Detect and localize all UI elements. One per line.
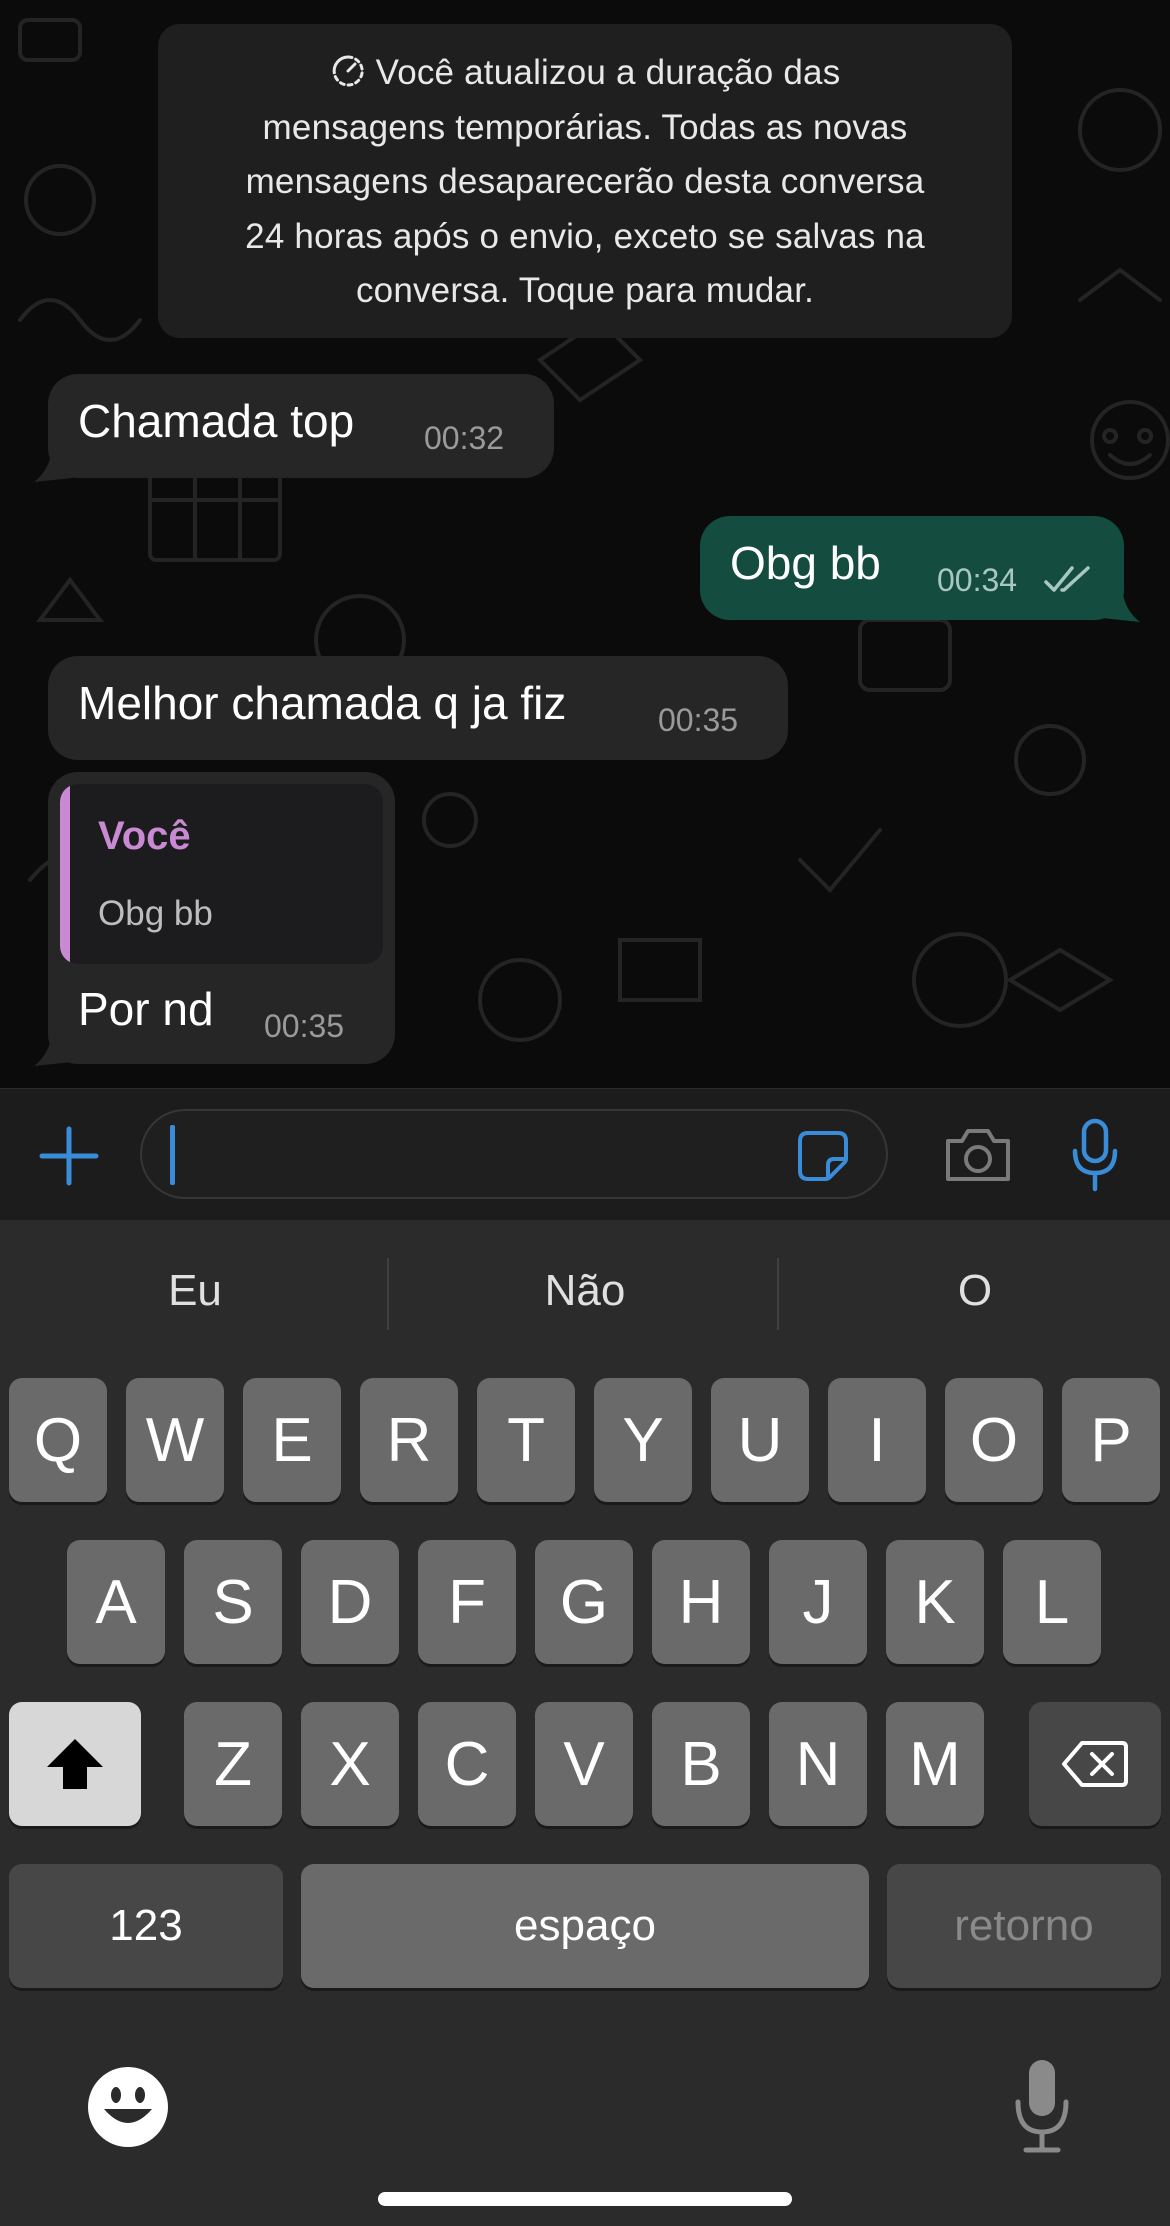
message-bubble-incoming[interactable]: Melhor chamada q ja fiz 00:35 (48, 656, 788, 760)
suggestion-2[interactable]: Não (390, 1266, 780, 1316)
key-r[interactable]: R (360, 1378, 458, 1502)
notice-line-5: conversa. Toque para mudar. (355, 271, 815, 310)
key-i[interactable]: I (828, 1378, 926, 1502)
numbers-key[interactable]: 123 (9, 1864, 283, 1988)
message-bubble-outgoing[interactable]: Obg bb 00:34 (700, 516, 1124, 620)
key-b[interactable]: B (652, 1702, 750, 1826)
notice-line-4: 24 horas após o envio, exceto se salvas … (245, 216, 925, 256)
bubble-tail (1102, 588, 1140, 622)
quote-text: Obg bb (98, 894, 213, 933)
message-bubble-reply[interactable]: Você Obg bb Por nd 00:35 (48, 772, 395, 1064)
notice-line-3: mensagens desaparecerão desta conversa (245, 162, 925, 201)
message-text: Melhor chamada q ja fiz (78, 677, 567, 729)
key-v[interactable]: V (535, 1702, 633, 1826)
suggestion-divider (777, 1258, 779, 1330)
key-j[interactable]: J (769, 1540, 867, 1664)
shift-icon (47, 1739, 103, 1789)
key-f[interactable]: F (418, 1540, 516, 1664)
microphone-icon[interactable] (1070, 1117, 1120, 1193)
bubble-tail (34, 448, 72, 482)
key-a[interactable]: A (67, 1540, 165, 1664)
key-n[interactable]: N (769, 1702, 867, 1826)
key-c[interactable]: C (418, 1702, 516, 1826)
key-o[interactable]: O (945, 1378, 1043, 1502)
key-q[interactable]: Q (9, 1378, 107, 1502)
home-indicator[interactable] (378, 2192, 792, 2206)
key-g[interactable]: G (535, 1540, 633, 1664)
key-h[interactable]: H (652, 1540, 750, 1664)
key-y[interactable]: Y (594, 1378, 692, 1502)
message-text: Por nd (78, 983, 214, 1035)
disappearing-messages-notice[interactable]: Você atualizou a duração das mensagens t… (158, 24, 1012, 338)
message-time: 00:35 (264, 1008, 345, 1044)
message-time: 00:34 (937, 562, 1018, 598)
key-l[interactable]: L (1003, 1540, 1101, 1664)
message-composer (0, 1088, 1170, 1221)
key-w[interactable]: W (126, 1378, 224, 1502)
keyboard: Eu Não O Q W E R T Y U I O P A S D F G H… (0, 1220, 1170, 2226)
emoji-icon[interactable] (86, 2065, 170, 2149)
suggestion-1[interactable]: Eu (0, 1266, 390, 1316)
notice-line-1: Você atualizou a duração das (186, 46, 984, 101)
disappearing-timer-icon (332, 55, 364, 87)
sticker-icon[interactable] (794, 1127, 852, 1185)
key-d[interactable]: D (301, 1540, 399, 1664)
quote-bar (60, 784, 70, 964)
shift-key[interactable] (9, 1702, 141, 1826)
space-key[interactable]: espaço (301, 1864, 869, 1988)
key-t[interactable]: T (477, 1378, 575, 1502)
backspace-icon (1062, 1741, 1128, 1787)
suggestion-3[interactable]: O (780, 1266, 1170, 1316)
key-x[interactable]: X (301, 1702, 399, 1826)
suggestion-divider (387, 1258, 389, 1330)
quote-author: Você (98, 814, 191, 858)
dictation-icon[interactable] (1012, 2058, 1072, 2154)
key-p[interactable]: P (1062, 1378, 1160, 1502)
plus-icon[interactable] (38, 1125, 100, 1187)
predictive-bar: Eu Não O (0, 1220, 1170, 1370)
camera-icon[interactable] (942, 1125, 1014, 1185)
key-m[interactable]: M (886, 1702, 984, 1826)
message-input[interactable] (140, 1109, 888, 1199)
double-check-icon (1044, 566, 1090, 592)
message-time: 00:32 (424, 420, 505, 456)
quoted-message[interactable]: Você Obg bb (60, 784, 383, 964)
message-time: 00:35 (658, 702, 739, 738)
key-s[interactable]: S (184, 1540, 282, 1664)
chat-area[interactable]: Você atualizou a duração das mensagens t… (0, 0, 1170, 1088)
key-k[interactable]: K (886, 1540, 984, 1664)
message-text: Chamada top (78, 395, 355, 447)
message-bubble-incoming[interactable]: Chamada top 00:32 (48, 374, 554, 478)
return-key[interactable]: retorno (887, 1864, 1161, 1988)
bubble-tail (34, 1032, 72, 1066)
key-u[interactable]: U (711, 1378, 809, 1502)
message-text: Obg bb (730, 537, 881, 589)
text-caret (170, 1125, 175, 1185)
backspace-key[interactable] (1029, 1702, 1161, 1826)
notice-line-2: mensagens temporárias. Todas as novas (262, 107, 908, 147)
key-e[interactable]: E (243, 1378, 341, 1502)
key-z[interactable]: Z (184, 1702, 282, 1826)
